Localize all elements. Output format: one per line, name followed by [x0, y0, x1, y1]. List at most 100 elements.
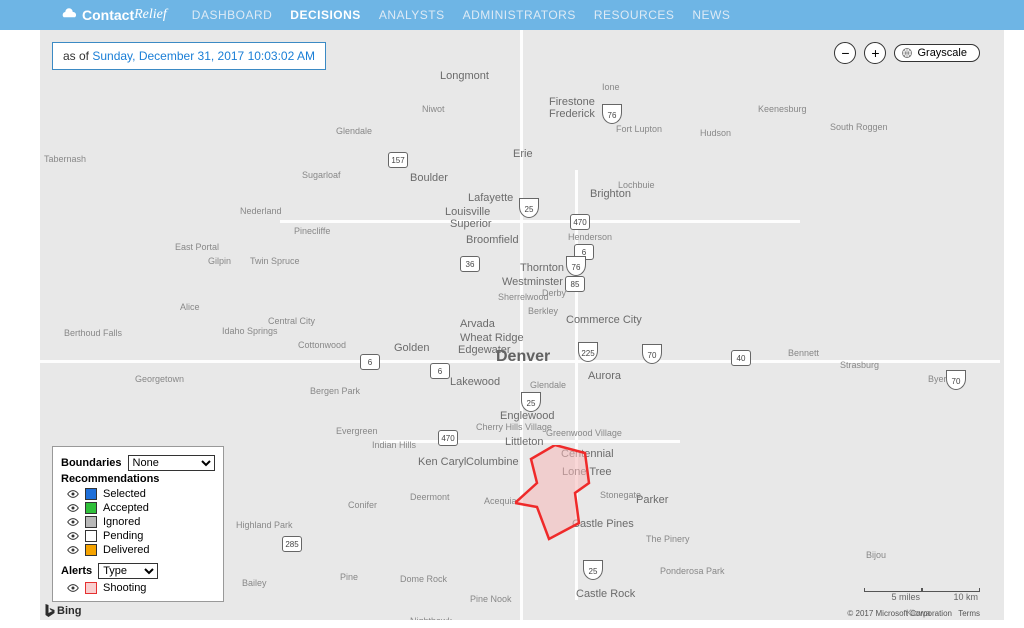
swatch-blue — [85, 488, 97, 500]
place-label: Bergen Park — [310, 386, 360, 396]
place-label: Hudson — [700, 128, 731, 138]
nav-dashboard[interactable]: DASHBOARD — [192, 8, 273, 22]
place-label: Boulder — [410, 172, 448, 184]
legend-alert-label: Shooting — [103, 582, 146, 594]
legend-alert-row[interactable]: Shooting — [61, 581, 215, 595]
hwy-shield: 70 — [946, 374, 966, 390]
globe-icon — [901, 47, 913, 59]
swatch-orange — [85, 544, 97, 556]
place-label: Keenesburg — [758, 104, 807, 114]
place-label: Highland Park — [236, 520, 293, 530]
nav-administrators[interactable]: ADMINISTRATORS — [463, 8, 576, 22]
hwy-shield: 85 — [565, 276, 585, 292]
style-toggle[interactable]: Grayscale — [894, 44, 980, 62]
eye-icon — [67, 530, 79, 542]
nav-resources[interactable]: RESOURCES — [594, 8, 675, 22]
place-label: Aurora — [588, 370, 621, 382]
place-label: Cherry Hills Village — [476, 422, 552, 432]
place-label: Central City — [268, 316, 315, 326]
copyright-text: © 2017 Microsoft Corporation — [847, 609, 952, 618]
bing-logo[interactable]: Bing — [44, 604, 81, 618]
place-label: Ione — [602, 82, 620, 92]
main-nav: DASHBOARD DECISIONS ANALYSTS ADMINISTRAT… — [192, 8, 731, 22]
timestamp-prefix: as of — [63, 49, 92, 63]
style-label: Grayscale — [917, 47, 967, 59]
scale-bar: 5 miles 10 km — [864, 591, 980, 602]
nav-decisions[interactable]: DECISIONS — [290, 8, 361, 22]
legend-rec-label: Selected — [103, 488, 146, 500]
alerts-select[interactable]: Type — [98, 563, 158, 579]
legend-rec-row[interactable]: Pending — [61, 529, 215, 543]
place-label: Idaho Springs — [222, 326, 278, 336]
hwy-shield: 76 — [602, 108, 622, 124]
eye-icon — [67, 544, 79, 556]
alert-polygon[interactable] — [515, 445, 595, 545]
hwy-shield: 76 — [566, 260, 586, 276]
place-label: Edgewater — [458, 344, 511, 356]
alerts-label: Alerts — [61, 565, 92, 577]
place-label: Firestone — [549, 96, 595, 108]
place-label: Ponderosa Park — [660, 566, 725, 576]
place-label: Alice — [180, 302, 200, 312]
place-label: Sherrelwood — [498, 292, 549, 302]
eye-icon — [67, 488, 79, 500]
hwy-shield: 470 — [570, 214, 590, 230]
place-label: Niwot — [422, 104, 445, 114]
alerts-header: Alerts Type — [61, 563, 215, 579]
zoom-in-button[interactable] — [864, 42, 886, 64]
place-label: Pine Nook — [470, 594, 512, 604]
place-label: Sugarloaf — [302, 170, 341, 180]
place-label: Greenwood Village — [546, 428, 622, 438]
place-label: Berthoud Falls — [64, 328, 122, 338]
boundaries-label: Boundaries — [61, 457, 122, 469]
legend-rec-row[interactable]: Selected — [61, 487, 215, 501]
place-label: Glendale — [336, 126, 372, 136]
map-canvas[interactable]: as of Sunday, December 31, 2017 10:03:02… — [40, 30, 1004, 620]
legend-rec-row[interactable]: Ignored — [61, 515, 215, 529]
place-label: Longmont — [440, 70, 489, 82]
place-label: Berkley — [528, 306, 558, 316]
place-label: Golden — [394, 342, 429, 354]
place-label: Bennett — [788, 348, 819, 358]
place-label: Deermont — [410, 492, 450, 502]
eye-icon — [67, 582, 79, 594]
brand-logo[interactable]: ContactRelief — [60, 7, 167, 23]
place-label: Conifer — [348, 500, 377, 510]
bing-text: Bing — [57, 605, 81, 617]
hwy-shield: 25 — [583, 564, 603, 580]
legend-rec-row[interactable]: Accepted — [61, 501, 215, 515]
place-label: Englewood — [500, 410, 554, 422]
nav-news[interactable]: NEWS — [692, 8, 730, 22]
place-label: Georgetown — [135, 374, 184, 384]
zoom-out-button[interactable] — [834, 42, 856, 64]
place-label: Dome Rock — [400, 574, 447, 584]
place-label: Ken Caryl — [418, 456, 466, 468]
place-label: Nederland — [240, 206, 282, 216]
nav-analysts[interactable]: ANALYSTS — [379, 8, 445, 22]
place-label: Westminster — [502, 276, 563, 288]
place-label: Cottonwood — [298, 340, 346, 350]
hwy-shield: 6 — [574, 244, 594, 260]
hwy-shield: 6 — [360, 354, 380, 370]
place-label: Nighthawk — [410, 616, 452, 620]
place-label: Columbine — [466, 456, 519, 468]
hwy-shield: 157 — [388, 152, 408, 168]
hwy-shield: 36 — [460, 256, 480, 272]
hwy-shield: 285 — [282, 536, 302, 552]
place-label: Arvada — [460, 318, 495, 330]
terms-link[interactable]: Terms — [958, 609, 980, 618]
app-header: ContactRelief DASHBOARD DECISIONS ANALYS… — [0, 0, 1024, 30]
place-label: Henderson — [568, 232, 612, 242]
swatch-gray — [85, 516, 97, 528]
place-label: Lafayette — [468, 192, 513, 204]
place-label: Acequia — [484, 496, 517, 506]
legend-rec-label: Ignored — [103, 516, 140, 528]
boundaries-select[interactable]: None — [128, 455, 215, 471]
place-label: The Pinery — [646, 534, 690, 544]
brand-name-script: Relief — [134, 7, 167, 23]
legend-rec-row[interactable]: Delivered — [61, 543, 215, 557]
boundaries-header: Boundaries None — [61, 455, 215, 471]
place-label: South Roggen — [830, 122, 888, 132]
road — [280, 220, 800, 223]
place-label: Stonegate — [600, 490, 641, 500]
